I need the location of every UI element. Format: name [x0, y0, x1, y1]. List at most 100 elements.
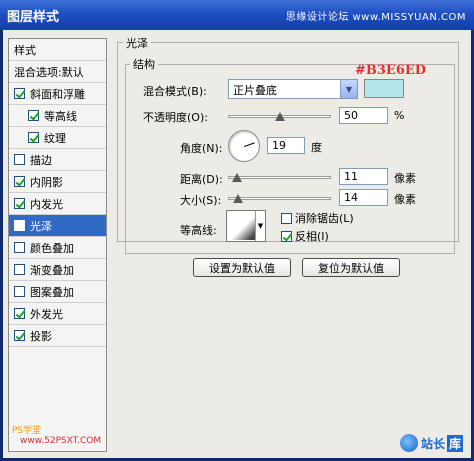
opacity-value: 50 — [344, 109, 358, 122]
sidebar-item-checkbox[interactable] — [14, 198, 25, 209]
sidebar-item-checkbox[interactable] — [14, 308, 25, 319]
size-slider-track — [228, 197, 331, 200]
sidebar-item-checkbox[interactable] — [14, 330, 25, 341]
sidebar-item[interactable]: 斜面和浮雕 — [9, 83, 106, 105]
sidebar-item-label: 外发光 — [30, 307, 63, 321]
style-list: 样式混合选项:默认斜面和浮雕等高线纹理描边内阴影内发光光泽颜色叠加渐变叠加图案叠… — [8, 38, 107, 452]
angle-unit: 度 — [311, 141, 322, 154]
sidebar-item-checkbox[interactable] — [14, 242, 25, 253]
sidebar-item-label: 内阴影 — [30, 175, 63, 189]
sidebar-item-label: 光泽 — [30, 219, 52, 233]
sidebar-item-label: 颜色叠加 — [30, 241, 74, 255]
opacity-label: 不透明度(O): — [143, 111, 208, 124]
chevron-down-icon[interactable]: ▼ — [340, 80, 357, 98]
sidebar-item-checkbox[interactable] — [14, 176, 25, 187]
sidebar-item[interactable]: 渐变叠加 — [9, 259, 106, 281]
distance-slider-thumb[interactable] — [232, 173, 242, 182]
sidebar-item-label: 描边 — [30, 153, 52, 167]
sidebar-item[interactable]: 纹理 — [9, 127, 106, 149]
sidebar-item[interactable]: 内发光 — [9, 193, 106, 215]
angle-dial[interactable] — [228, 130, 260, 162]
sidebar-item-checkbox[interactable] — [14, 154, 25, 165]
size-input[interactable]: 14 — [339, 189, 388, 206]
sidebar-item-label: 纹理 — [44, 131, 66, 145]
sidebar-item-label: 等高线 — [44, 109, 77, 123]
sidebar-item-label: 渐变叠加 — [30, 263, 74, 277]
sidebar-item[interactable]: 样式 — [9, 39, 106, 61]
opacity-slider-thumb[interactable] — [274, 112, 285, 121]
group-title: 结构 — [130, 56, 158, 72]
antialias-checkbox[interactable] — [281, 212, 292, 224]
footer-site: www.52PSXT.COM — [20, 436, 102, 446]
section-title: 光泽 — [123, 35, 151, 51]
sidebar-item-label: 样式 — [14, 43, 36, 57]
sidebar-item[interactable]: 内阴影 — [9, 171, 106, 193]
opacity-unit: % — [394, 109, 405, 122]
antialias-label: 消除锯齿(L) — [295, 212, 354, 225]
distance-slider-track — [228, 176, 331, 179]
distance-unit: 像素 — [394, 172, 416, 185]
dialog-body: 样式 混合选项:默认 斜面和浮雕 等高线 纹理 描边 内阴影 内发光 光泽 颜色叠加 渐变叠加 图案叠… — [3, 30, 471, 458]
logo-icon — [399, 434, 418, 452]
site-logo: 站长 库 — [399, 434, 463, 452]
sidebar-item[interactable]: 等高线 — [9, 105, 106, 127]
window-title: 图层样式 — [7, 10, 60, 25]
make-default-button[interactable]: 设置为默认值 — [193, 258, 291, 277]
make-default-button-label: 设置为默认值 — [209, 261, 275, 275]
distance-slider[interactable] — [228, 171, 331, 183]
sidebar-footer: PS学堂www.52PSXT.COM — [12, 423, 106, 446]
size-slider-thumb[interactable] — [233, 194, 243, 203]
sidebar-item-checkbox[interactable] — [14, 220, 25, 231]
distance-input[interactable]: 11 — [339, 168, 388, 185]
angle-label: 角度(N): — [180, 142, 223, 155]
sidebar-item[interactable]: 投影 — [9, 325, 106, 347]
size-label: 大小(S): — [180, 194, 222, 207]
invert-checkbox[interactable] — [281, 230, 292, 242]
sidebar-item-checkbox[interactable] — [14, 88, 25, 99]
gloss-color-swatch[interactable] — [364, 79, 404, 98]
sidebar-item-label: 投影 — [30, 329, 52, 343]
angle-input[interactable]: 19 — [267, 137, 305, 154]
logo-text: 站长 — [420, 436, 445, 451]
angle-needle — [244, 142, 255, 147]
blend-mode-select[interactable]: 正片叠底 ▼ — [228, 79, 358, 99]
sidebar-item-checkbox[interactable] — [28, 110, 39, 121]
chevron-down-icon[interactable]: ▼ — [255, 211, 265, 241]
sidebar-item[interactable]: 光泽 — [9, 215, 106, 237]
opacity-slider[interactable] — [228, 110, 331, 122]
sidebar-item-label: 图案叠加 — [30, 285, 74, 299]
reset-default-button-label: 复位为默认值 — [318, 261, 384, 275]
size-value: 14 — [344, 191, 358, 204]
logo-suffix: 库 — [446, 434, 463, 452]
reset-default-button[interactable]: 复位为默认值 — [302, 258, 400, 277]
footer-brand: PS学堂 — [12, 426, 42, 436]
angle-value: 19 — [272, 139, 286, 152]
distance-value: 11 — [344, 170, 358, 183]
sidebar-item[interactable]: 外发光 — [9, 303, 106, 325]
sidebar-item-label: 斜面和浮雕 — [30, 87, 85, 101]
contour-picker[interactable]: ▼ — [226, 210, 266, 242]
watermark-text: 思缘设计论坛 www.MISSYUAN.COM — [285, 12, 466, 23]
sidebar-item-label: 内发光 — [30, 197, 63, 211]
invert-option[interactable]: 反相(I) — [281, 228, 329, 244]
blend-mode-label: 混合模式(B): — [143, 85, 207, 98]
distance-label: 距离(D): — [180, 173, 223, 186]
contour-label: 等高线: — [180, 224, 217, 237]
size-unit: 像素 — [394, 193, 416, 206]
sidebar-item-checkbox[interactable] — [14, 286, 25, 297]
sidebar-item-label: 混合选项:默认 — [14, 65, 84, 79]
sidebar-item-checkbox[interactable] — [28, 132, 39, 143]
sidebar-item[interactable]: 图案叠加 — [9, 281, 106, 303]
sidebar-item[interactable]: 描边 — [9, 149, 106, 171]
opacity-input[interactable]: 50 — [339, 107, 388, 124]
contour-curve-preview — [228, 212, 255, 240]
color-hex-annotation: #B3E6ED — [355, 63, 427, 78]
title-bar: 图层样式 思缘设计论坛 www.MISSYUAN.COM — [0, 0, 474, 30]
sidebar-item[interactable]: 混合选项:默认 — [9, 61, 106, 83]
sidebar-item-checkbox[interactable] — [14, 264, 25, 275]
sidebar-item[interactable]: 颜色叠加 — [9, 237, 106, 259]
invert-label: 反相(I) — [295, 230, 329, 243]
blend-mode-value: 正片叠底 — [233, 84, 277, 97]
antialias-option[interactable]: 消除锯齿(L) — [281, 210, 354, 226]
size-slider[interactable] — [228, 192, 331, 204]
